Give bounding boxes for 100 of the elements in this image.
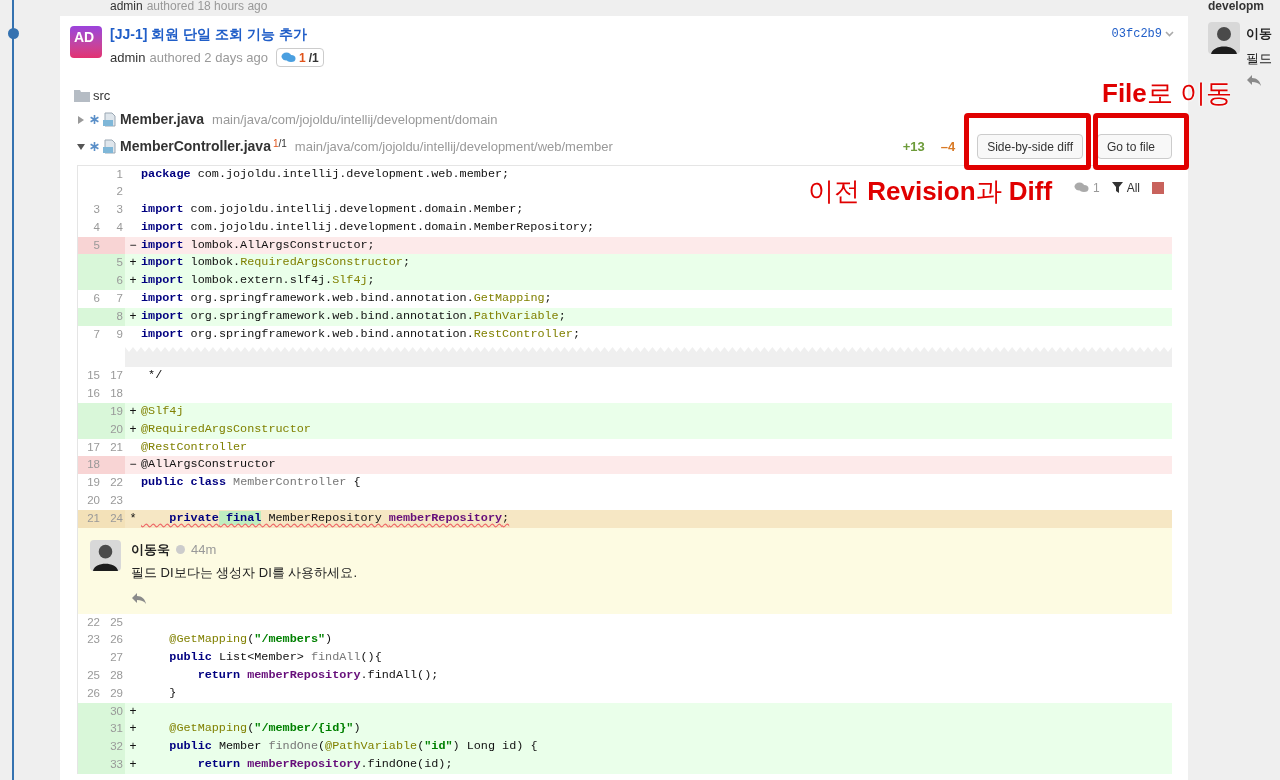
line-number: 7 — [93, 327, 100, 340]
line-number: 6 — [93, 292, 100, 305]
code-text: return memberRepository.findOne(id); — [196, 756, 453, 773]
line-number: 5 — [116, 256, 123, 269]
comment-count-badge[interactable]: 1 /1 — [275, 48, 324, 68]
code-text: @GetMapping("/member/{id}") — [168, 720, 361, 738]
line-number: 33 — [110, 758, 123, 770]
filter-label[interactable]: All — [1126, 178, 1140, 197]
code-text: import lombok.RequiredArgsConstructor; — [141, 254, 411, 272]
comment-text: 필드 DI보다는 생성자 DI를 사용하세요. — [131, 564, 358, 583]
diff-marker: + — [129, 404, 137, 419]
diff-marker: * — [130, 510, 136, 525]
code-text: import org.springframework.web.bind.annotation.GetMapping; — [141, 290, 552, 308]
diff-marker: + — [129, 421, 137, 436]
line-number: 31 — [110, 722, 123, 735]
file-name[interactable]: Member.java — [120, 109, 205, 130]
line-number: 6 — [116, 274, 123, 287]
line-number: 3 — [93, 203, 100, 216]
line-number: 26 — [87, 686, 100, 699]
line-number: 2 — [116, 185, 123, 198]
line-number: 29 — [110, 686, 123, 699]
asterisk-icon — [90, 115, 99, 124]
line-number: 5 — [93, 238, 100, 251]
go-to-file-button[interactable]: Go to file — [1097, 134, 1172, 159]
annotation-text: File로 이동 — [1102, 77, 1233, 110]
side-by-side-diff-button[interactable]: Side-by-side diff — [977, 134, 1083, 159]
reply-icon[interactable] — [131, 591, 147, 605]
diff-marker: + — [129, 308, 137, 323]
code-text: @RequiredArgsConstructor — [141, 420, 311, 438]
line-number: 1 — [116, 167, 123, 180]
avatar — [1208, 22, 1240, 54]
file-path: main/java/com/jojoldu/intellij/development/domain — [212, 110, 498, 129]
annotation-text: 이전 Revision과 Diff — [808, 175, 1053, 208]
reply-icon[interactable] — [1246, 74, 1262, 87]
code-text: package com.jojoldu.intellij.development.web.member; — [141, 165, 510, 183]
commit-title[interactable]: [JJ-1] 회원 단일 조회 기능 추가 — [110, 27, 324, 41]
file-path: main/java/com/jojoldu/intellij/development/web/member — [294, 137, 613, 156]
removed-count: –4 — [940, 137, 956, 156]
line-number: 20 — [110, 422, 123, 435]
line-number: 8 — [116, 309, 123, 322]
code-text: import com.jojoldu.intellij.development.domain.MemberRepository; — [141, 218, 595, 236]
comments-icon — [280, 52, 296, 64]
line-number: 4 — [116, 220, 123, 233]
code-text: private final MemberRepository memberRepository; — [168, 509, 510, 527]
file-name[interactable]: MemberController.java — [120, 136, 271, 157]
folder-name: src — [93, 86, 111, 105]
commit-meta: authored 2 days ago — [149, 49, 268, 67]
code-text: @GetMapping("/members") — [168, 631, 333, 649]
code-text: @AllArgsConstructor — [141, 456, 276, 474]
code-text: import com.jojoldu.intellij.development.domain.Member; — [141, 201, 524, 219]
code-text: import lombok.AllArgsConstructor; — [141, 236, 375, 254]
comment-count: 1 — [1092, 179, 1100, 197]
comment-author: 이동욱 — [131, 540, 170, 559]
code-text: @Slf4j — [141, 403, 184, 421]
line-number: 32 — [110, 740, 123, 753]
line-number: 4 — [93, 220, 100, 233]
line-number: 21 — [110, 440, 123, 453]
line-number: 27 — [110, 651, 123, 664]
line-number: 30 — [110, 704, 123, 717]
code-text: import lombok.extern.slf4j.Slf4j; — [141, 272, 375, 290]
line-number: 24 — [110, 511, 123, 524]
expand-arrow-icon[interactable] — [77, 115, 85, 124]
line-number: 18 — [110, 387, 123, 400]
line-number: 19 — [87, 476, 100, 489]
line-number: 15 — [87, 369, 100, 382]
line-number: 19 — [110, 405, 123, 418]
diff-marker: − — [129, 237, 137, 252]
code-text: } — [168, 684, 177, 702]
added-count: +13 — [902, 137, 925, 156]
line-number: 3 — [116, 203, 123, 216]
java-file-icon — [102, 112, 117, 127]
code-text: import org.springframework.web.bind.annotation.PathVariable; — [141, 307, 566, 325]
diff-marker: + — [129, 255, 137, 270]
code-text: public List<Member> findAll(){ — [168, 649, 382, 667]
diff-marker: + — [129, 273, 137, 288]
line-number: 20 — [87, 494, 100, 507]
line-number: 7 — [116, 292, 123, 305]
avatar — [90, 539, 121, 571]
collapse-arrow-icon[interactable] — [77, 142, 85, 151]
chevron-down-icon[interactable] — [1165, 31, 1174, 37]
avatar: AD — [70, 26, 102, 58]
line-number: 9 — [116, 327, 123, 340]
line-number: 18 — [87, 458, 100, 471]
line-number: 23 — [87, 633, 100, 646]
code-text: import org.springframework.web.bind.annotation.RestController; — [141, 325, 580, 343]
line-number: 17 — [87, 440, 100, 453]
line-number: 28 — [110, 669, 123, 682]
filter-icon[interactable] — [1111, 182, 1123, 193]
diff-marker: + — [129, 721, 137, 736]
comment-count: 1/1 — [272, 136, 287, 151]
code-text: return memberRepository.findAll(); — [196, 667, 439, 685]
line-number: 23 — [110, 494, 123, 507]
diff-marker: + — [129, 757, 137, 771]
line-number: 22 — [110, 476, 123, 489]
comment-author: 이동 — [1246, 25, 1272, 43]
diff-marker: − — [129, 457, 137, 472]
asterisk-icon — [90, 142, 99, 151]
author-name: admin — [110, 49, 146, 67]
line-number: 25 — [110, 615, 123, 628]
commit-hash-link[interactable]: 03fc2b9 — [1111, 25, 1162, 43]
